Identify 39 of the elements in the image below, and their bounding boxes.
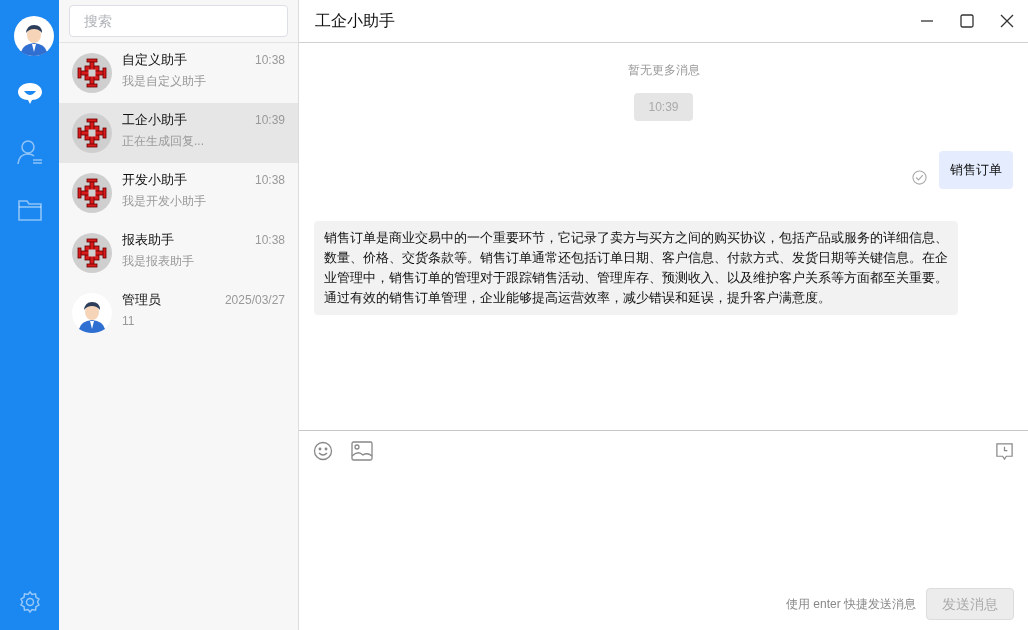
emoji-icon[interactable] xyxy=(313,441,333,461)
chat-history-icon[interactable] xyxy=(995,441,1014,461)
conversation-time: 10:38 xyxy=(254,51,285,69)
bot-avatar-icon xyxy=(72,53,112,93)
bot-avatar-icon xyxy=(72,233,112,273)
conversation-item[interactable]: 管理员 2025/03/27 11 xyxy=(59,283,298,343)
bot-avatar-icon xyxy=(72,173,112,213)
conversation-time: 10:38 xyxy=(254,231,285,249)
conversation-preview: 我是自定义助手 xyxy=(122,73,207,91)
conversation-preview: 正在生成回复... xyxy=(122,133,205,151)
conversation-time: 10:38 xyxy=(254,171,285,189)
send-hint-text: 使用 enter 快捷发送消息 xyxy=(785,596,916,613)
contacts-icon[interactable] xyxy=(15,138,44,166)
conversation-preview: 11 xyxy=(122,313,136,331)
conversation-item[interactable]: 工企小助手 10:39 正在生成回复... xyxy=(59,103,298,163)
bot-avatar-icon xyxy=(72,113,112,153)
conversation-item[interactable]: 开发小助手 10:38 我是开发小助手 xyxy=(59,163,298,223)
conversation-name: 工企小助手 xyxy=(122,110,187,129)
user-avatar-icon xyxy=(13,16,54,56)
conversation-name: 开发小助手 xyxy=(122,170,187,189)
conversation-item[interactable]: 报表助手 10:38 我是报表助手 xyxy=(59,223,298,283)
chat-title: 工企小助手 xyxy=(315,11,396,31)
conversation-time: 2025/03/27 xyxy=(224,291,285,309)
message-bubble: 销售订单是商业交易中的一个重要环节，它记录了卖方与买方之间的购买协议，包括产品或服务的详细信息、数量、价格、交货条款等。销售订单通常还包括订单日期、客户信息、付款方式、发货日期等关键信息。在企业管理中，销售订单的管理对于跟踪销售活动、管理库存、预测收入、以及维护客户关系等方面都至关重要。通过有效的销售订单管理，企业能够提高运营效率，减少错误和延误，提升客户满意度。 xyxy=(314,220,958,315)
conversation-name: 报表助手 xyxy=(122,230,174,249)
settings-icon[interactable] xyxy=(17,590,42,614)
conversation-preview: 我是开发小助手 xyxy=(122,193,207,211)
no-more-messages-text: 暂无更多消息 xyxy=(627,62,700,79)
person-avatar-icon xyxy=(72,293,112,333)
conversation-time: 10:39 xyxy=(254,111,285,129)
conversation-item[interactable]: 自定义助手 10:38 我是自定义助手 xyxy=(59,43,298,103)
conversation-name: 管理员 xyxy=(122,290,161,309)
search-field[interactable]: 搜索 xyxy=(69,5,288,37)
maximize-icon[interactable] xyxy=(960,14,974,28)
close-icon[interactable] xyxy=(1000,14,1014,28)
image-icon[interactable] xyxy=(351,441,373,461)
conversation-preview: 我是报表助手 xyxy=(122,253,195,271)
conversation-name: 自定义助手 xyxy=(122,50,187,69)
message-bubble: 销售订单 xyxy=(939,151,1013,189)
